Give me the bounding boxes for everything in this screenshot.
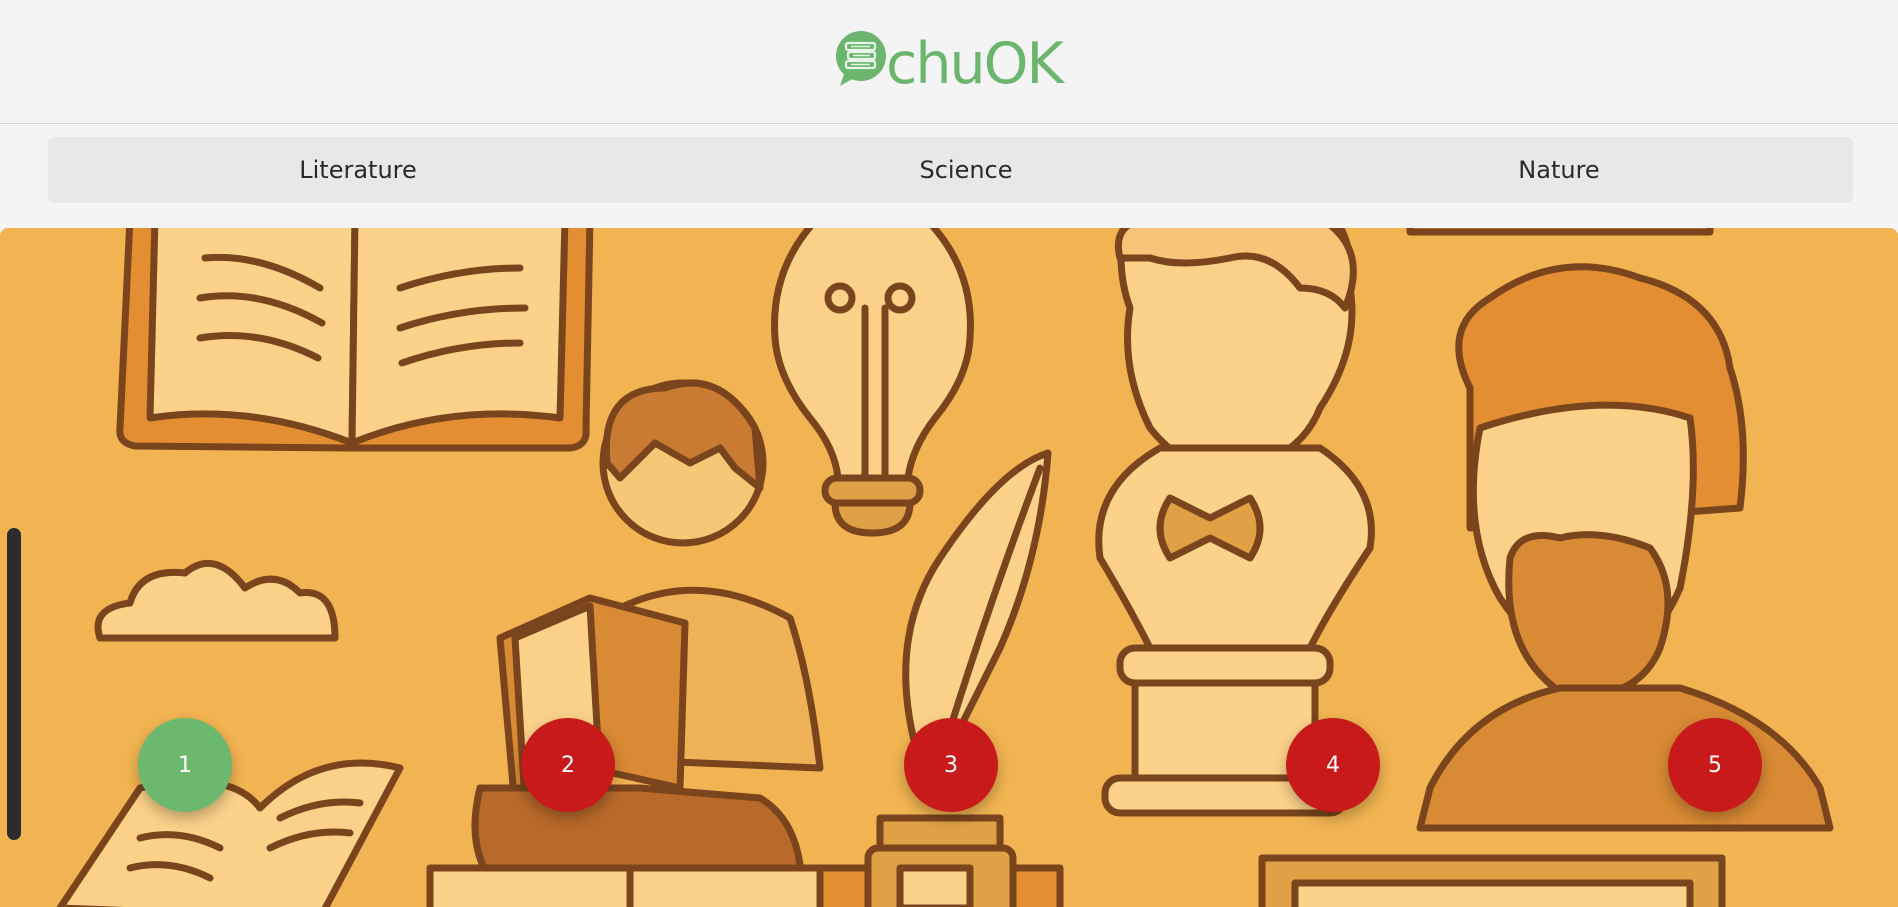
tab-nature[interactable]: Nature	[1518, 137, 1599, 203]
level-marker-5[interactable]: 5	[1668, 718, 1762, 812]
level-marker-4[interactable]: 4	[1286, 718, 1380, 812]
app-logo[interactable]: chuOK	[834, 24, 1064, 94]
top-header: chuOK	[0, 0, 1898, 124]
level-marker-2[interactable]: 2	[521, 718, 615, 812]
book-stack-chat-bubble-icon	[836, 31, 886, 86]
tab-science[interactable]: Science	[919, 137, 1012, 203]
vertical-scrollbar[interactable]	[7, 528, 21, 840]
level-marker-3[interactable]: 3	[904, 718, 998, 812]
tab-literature[interactable]: Literature	[299, 137, 417, 203]
level-map: 1 2 3 4 5	[0, 228, 1898, 907]
logo-text: chuOK	[886, 31, 1064, 97]
category-tabs: Literature Science Nature	[48, 137, 1853, 203]
level-marker-1[interactable]: 1	[138, 718, 232, 812]
